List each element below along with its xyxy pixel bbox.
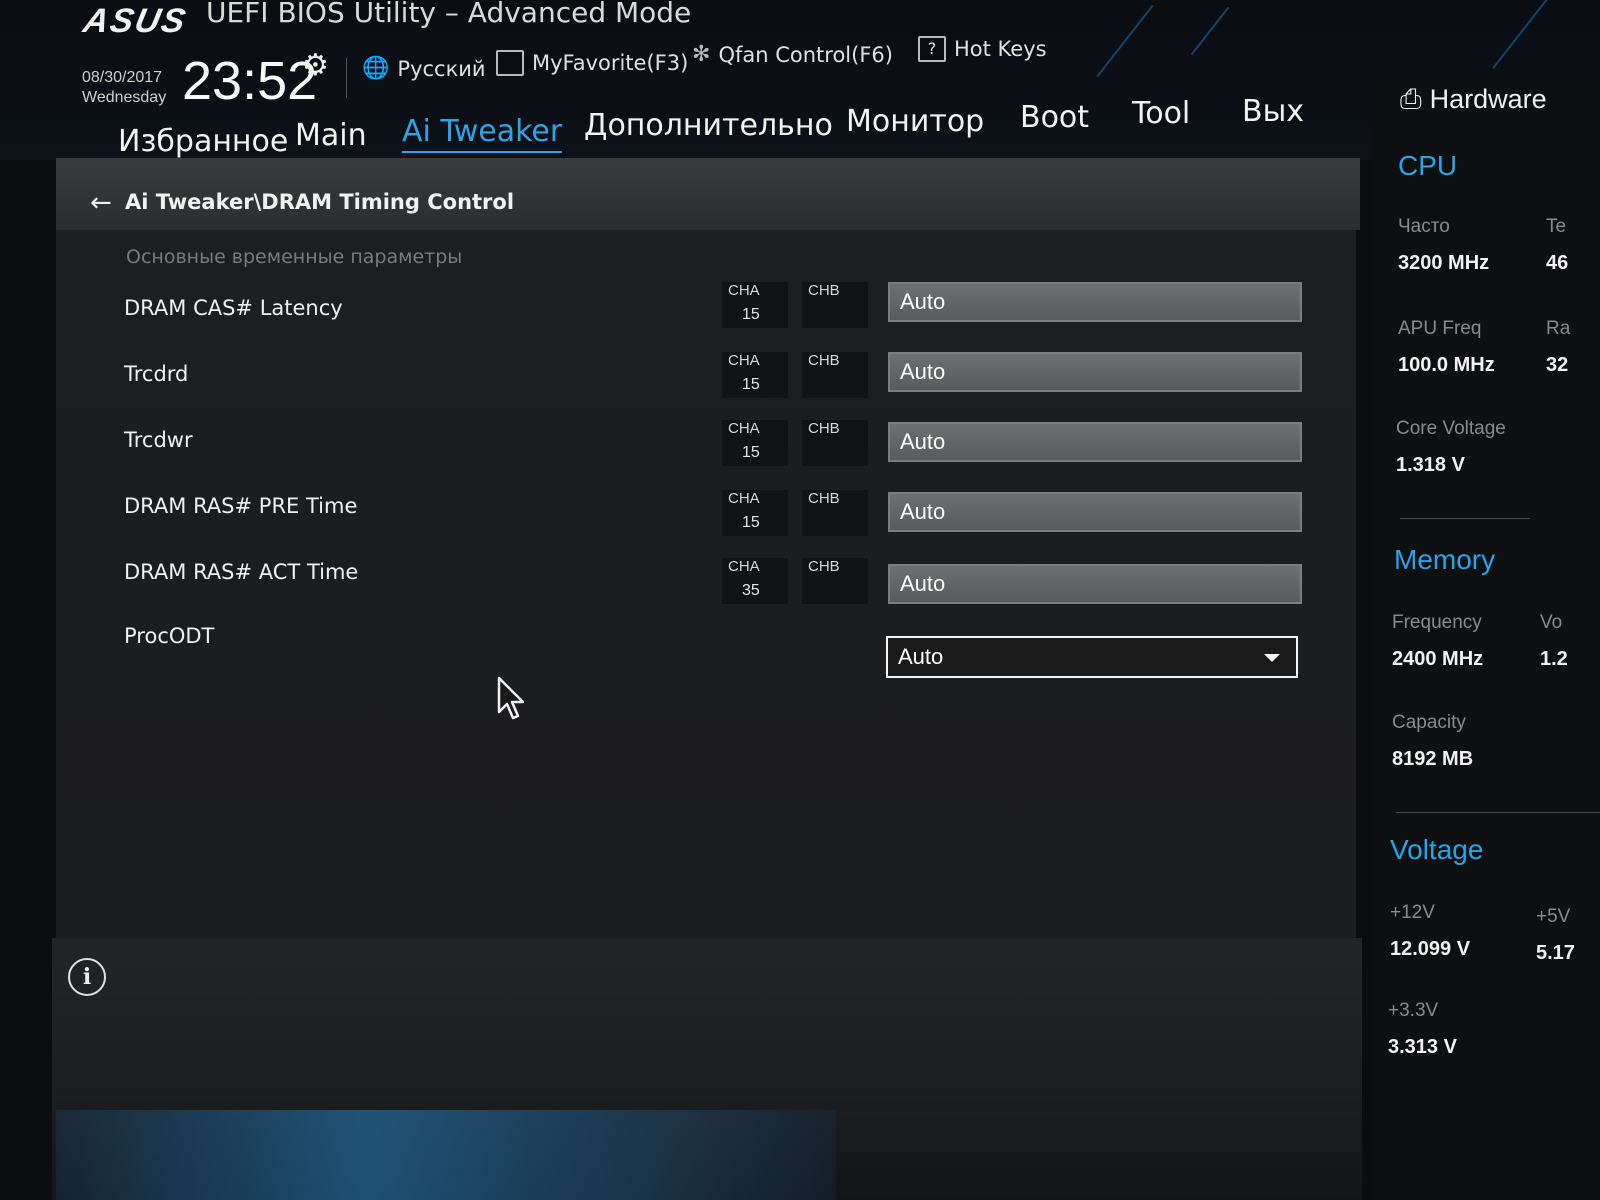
cas-latency-field[interactable]: Auto [888,282,1302,322]
voltage-heading: Voltage [1390,834,1484,865]
chb-label: CHB [808,490,840,507]
tab-ai-tweaker[interactable]: Ai Tweaker [402,114,563,153]
ras-pre-time-field[interactable]: Auto [888,492,1302,532]
asus-logo: ASUS [80,2,191,40]
section-title: Основные временные параметры [126,246,463,268]
gear-icon[interactable]: ⚙ [302,48,329,83]
hardware-monitor-panel [1372,70,1600,1200]
hardware-monitor-title: ⎙ Hardware [1400,84,1547,116]
cha-label: CHA [728,282,760,299]
ras-act-time-field[interactable]: Auto [888,564,1302,604]
apu-freq-value: 100.0 MHz [1398,354,1495,376]
cha-value: 15 [742,444,760,461]
myfavorite-label: MyFavorite(F3) [532,51,689,75]
qfan-control-button[interactable]: ✻ Qfan Control(F6) [692,42,893,67]
language-button[interactable]: 🌐 Русский [362,56,486,81]
apu-freq-label: APU Freq [1398,318,1482,339]
hardware-title-label: Hardware [1429,84,1547,114]
procodt-dropdown[interactable]: Auto [886,636,1298,678]
globe-icon: 🌐 [362,56,390,81]
memory-frequency-value: 2400 MHz [1392,648,1484,670]
cha-value: 15 [742,514,760,531]
core-voltage-label: Core Voltage [1396,418,1506,439]
v33-value: 3.313 V [1388,1036,1457,1058]
cha-label: CHA [728,420,760,437]
memory-capacity-label: Capacity [1392,712,1466,733]
tab-tool[interactable]: Tool [1132,96,1190,131]
tab-favorites[interactable]: Избранное [118,124,288,159]
decorative-glow [56,1110,836,1200]
tab-advanced[interactable]: Дополнительно [584,108,833,143]
fan-icon: ✻ [692,42,711,67]
qfan-label: Qfan Control(F6) [718,42,893,67]
language-label: Русский [397,56,486,81]
cha-label: CHA [728,352,760,369]
divider [1396,812,1600,813]
weekday-text: Wednesday [82,89,167,106]
v12-value: 12.099 V [1390,938,1471,960]
chb-label: CHB [808,352,840,369]
favorite-icon [496,50,524,76]
clock-time[interactable]: 23:52 [182,50,317,112]
row-label-trcdrd: Trcdrd [124,362,189,386]
tab-exit[interactable]: Вых [1242,94,1304,129]
cpu-heading: CPU [1398,150,1458,181]
v12-label: +12V [1390,902,1435,923]
cpu-freq-value: 3200 MHz [1398,252,1490,274]
cha-label: CHA [728,490,760,507]
divider [346,58,347,98]
cpu-temp-label: Te [1546,216,1567,237]
row-label-cas-latency: DRAM CAS# Latency [124,296,343,320]
memory-voltage-value: 1.2 [1540,648,1568,670]
ratio-label: Ra [1546,318,1571,339]
memory-capacity-value: 8192 MB [1392,748,1474,770]
cha-value: 35 [742,582,760,599]
divider [1400,518,1530,519]
v5-value: 5.17 [1536,942,1575,964]
v33-label: +3.3V [1388,1000,1439,1021]
chb-label: CHB [808,558,840,575]
row-label-procodt: ProcODT [124,624,215,648]
tab-main[interactable]: Main [295,118,367,153]
mouse-cursor-icon [497,676,525,720]
help-icon: ? [918,36,946,62]
monitor-icon: ⎙ [1400,84,1422,114]
ratio-value: 32 [1546,354,1569,376]
decorative-line [1190,6,1230,56]
cha-value: 15 [742,306,760,323]
info-icon: i [68,958,106,996]
cha-label: CHA [728,558,760,575]
cpu-freq-label: Часто [1398,216,1450,237]
memory-voltage-label: Vo [1540,612,1563,633]
hot-keys-button[interactable]: ? Hot Keys [918,36,1047,62]
trcdwr-field[interactable]: Auto [888,422,1302,462]
tab-monitor[interactable]: Монитор [846,104,984,139]
v5-label: +5V [1536,906,1571,927]
memory-frequency-label: Frequency [1392,612,1482,633]
chb-label: CHB [808,282,840,299]
cpu-temp-value: 46 [1546,252,1569,274]
date-text: 08/30/2017 [82,69,163,86]
window-title: UEFI BIOS Utility – Advanced Mode [206,0,692,29]
date-display: 08/30/2017 Wednesday [82,68,166,108]
memory-heading: Memory [1394,544,1496,575]
cha-value: 15 [742,376,760,393]
decorative-line [1492,0,1568,69]
core-voltage-value: 1.318 V [1396,454,1465,476]
chb-label: CHB [808,420,840,437]
back-arrow-icon[interactable]: ← [90,188,112,218]
decorative-line [1096,4,1154,78]
row-label-ras-pre-time: DRAM RAS# PRE Time [124,494,358,518]
breadcrumb: Ai Tweaker\DRAM Timing Control [125,190,515,214]
row-label-ras-act-time: DRAM RAS# ACT Time [124,560,359,584]
chevron-down-icon [1264,654,1280,662]
trcdrd-field[interactable]: Auto [888,352,1302,392]
tab-boot[interactable]: Boot [1020,100,1089,135]
hotkeys-label: Hot Keys [954,37,1047,61]
procodt-value: Auto [898,644,944,669]
row-label-trcdwr: Trcdwr [124,428,193,452]
myfavorite-button[interactable]: MyFavorite(F3) [496,50,688,76]
